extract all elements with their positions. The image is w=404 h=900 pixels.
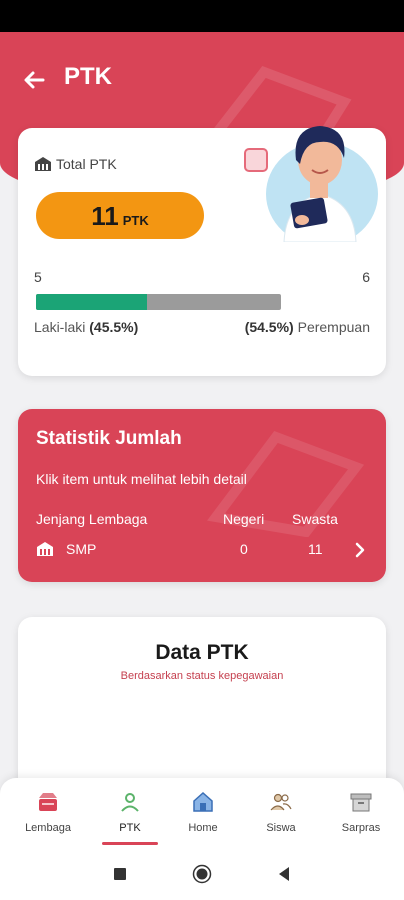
status-bar	[0, 0, 404, 32]
building-icon	[35, 157, 51, 171]
recent-apps-icon[interactable]	[110, 864, 130, 884]
nav-item-siswa[interactable]: Siswa	[241, 790, 321, 846]
row-level: SMP	[66, 541, 97, 557]
students-icon	[270, 793, 292, 811]
back-button[interactable]	[20, 66, 48, 94]
male-count: 5	[34, 269, 42, 285]
data-ptk-subtitle: Berdasarkan status kepegawaian	[120, 670, 284, 682]
building-icon	[37, 542, 53, 556]
male-progress-fill	[36, 294, 148, 310]
total-ptk-unit: PTK	[122, 213, 149, 228]
male-legend: Laki-laki (45.5%)	[34, 319, 138, 335]
home-button-icon[interactable]	[192, 864, 212, 884]
data-ptk-title: Data PTK	[155, 641, 249, 664]
statistics-card: Statistik Jumlah Klik item untuk melihat…	[18, 409, 386, 582]
statistics-title: Statistik Jumlah	[36, 428, 182, 449]
female-count: 6	[362, 269, 370, 285]
nav-label-sarpras: Sarpras	[341, 822, 381, 834]
statistics-subtitle: Klik item untuk melihat lebih detail	[36, 471, 247, 487]
female-percent: (54.5%)	[244, 319, 294, 335]
home-icon	[193, 791, 213, 812]
total-ptk-label: Total PTK	[56, 156, 117, 172]
male-percent: (45.5%)	[89, 319, 139, 335]
teacher-illustration-icon	[266, 126, 378, 242]
column-header-private: Swasta	[292, 511, 338, 527]
chevron-right-icon	[355, 542, 365, 558]
column-header-level: Jenjang Lembaga	[36, 511, 148, 527]
row-private-count: 11	[308, 541, 323, 557]
total-ptk-label-row: Total PTK	[34, 156, 117, 172]
female-label: Perempuan	[297, 319, 370, 335]
statistics-row-smp[interactable]: SMP 0 11	[18, 537, 386, 563]
back-triangle-icon[interactable]	[274, 864, 294, 884]
institution-icon	[39, 793, 57, 811]
nav-label-lembaga: Lembaga	[25, 822, 71, 834]
nav-item-ptk[interactable]: PTK	[90, 790, 170, 846]
nav-label-siswa: Siswa	[266, 822, 296, 834]
nav-item-home[interactable]: Home	[163, 790, 243, 846]
total-ptk-card: Total PTK 11 PTK 5 6 Laki-laki (45.5%) (…	[18, 126, 386, 376]
nav-label-ptk: PTK	[119, 822, 141, 834]
nav-item-lembaga[interactable]: Lembaga	[8, 790, 88, 846]
total-ptk-pill: 11 PTK	[36, 192, 204, 239]
archive-icon	[350, 793, 372, 812]
row-public-count: 0	[240, 541, 248, 557]
bottom-navigation: Lembaga PTK Home Siswa Sarpras	[0, 778, 404, 848]
page-title: PTK	[64, 63, 112, 90]
gender-progress-bar	[36, 294, 281, 310]
male-label: Laki-laki	[34, 319, 86, 335]
nav-label-home: Home	[188, 822, 218, 834]
nav-item-sarpras[interactable]: Sarpras	[321, 790, 401, 846]
chart-badge-icon	[244, 148, 268, 172]
back-arrow-icon	[24, 71, 45, 89]
person-icon	[121, 793, 139, 812]
female-legend: (54.5%) Perempuan	[245, 319, 370, 335]
column-header-public: Negeri	[223, 511, 265, 527]
nav-active-indicator	[102, 842, 158, 845]
system-navigation-bar	[0, 848, 404, 900]
total-ptk-count: 11	[91, 201, 119, 231]
